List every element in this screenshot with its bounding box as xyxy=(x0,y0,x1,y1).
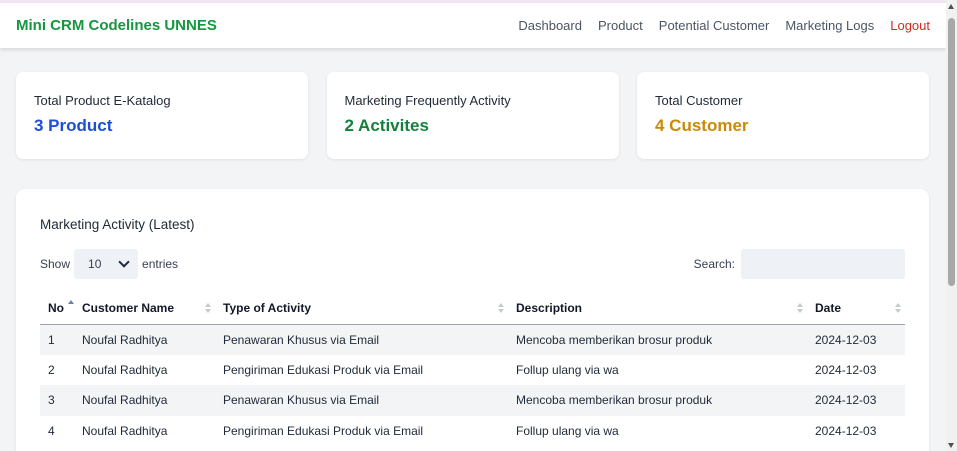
marketing-activity-panel: Marketing Activity (Latest) Show 10 entr… xyxy=(16,189,929,451)
stat-card-customers: Total Customer 4 Customer xyxy=(637,72,929,159)
column-header-type-of-activity[interactable]: Type of Activity xyxy=(215,292,508,325)
table-controls: Show 10 entries Search: xyxy=(40,249,905,279)
cell-no: 3 xyxy=(40,385,74,416)
header-label: Type of Activity xyxy=(223,300,312,315)
table-row: 3 Noufal Radhitya Penawaran Khusus via E… xyxy=(40,385,905,416)
cell-date: 2024-12-03 xyxy=(807,324,905,355)
nav-link-dashboard[interactable]: Dashboard xyxy=(518,18,582,33)
cell-customer-name: Noufal Radhitya xyxy=(82,362,168,377)
table-row: 2 Noufal Radhitya Pengiriman Edukasi Pro… xyxy=(40,355,905,386)
cell-no: 1 xyxy=(40,324,74,355)
stat-card-products: Total Product E-Katalog 3 Product xyxy=(16,72,308,159)
sort-icon xyxy=(498,302,504,313)
header-label: Customer Name xyxy=(82,300,175,315)
search-input[interactable] xyxy=(741,249,905,279)
header-label: Date xyxy=(815,300,842,315)
cell-customer-name: Noufal Radhitya xyxy=(74,324,215,355)
entries-label: entries xyxy=(142,257,179,271)
scroll-up-arrow-icon[interactable] xyxy=(948,4,954,9)
stat-label: Total Product E-Katalog xyxy=(34,93,171,108)
stat-label: Marketing Frequently Activity xyxy=(344,93,511,108)
header-label: Description xyxy=(516,300,583,315)
nav-link-product[interactable]: Product xyxy=(598,18,643,33)
sort-icon xyxy=(797,302,803,313)
cell-type-of-activity: Penawaran Khusus via Email xyxy=(215,324,508,355)
cell-type-of-activity: Pengiriman Edukasi Produk via Email xyxy=(223,423,424,438)
cell-customer-name: Noufal Radhitya xyxy=(82,423,168,438)
nav-links: Dashboard Product Potential Customer Mar… xyxy=(502,18,930,33)
page-scrollbar[interactable] xyxy=(946,0,957,451)
cell-description: Mencoba memberikan brosur produk xyxy=(508,385,807,416)
column-header-description[interactable]: Description xyxy=(508,292,807,325)
nav-link-potential-customer[interactable]: Potential Customer xyxy=(659,18,770,33)
scroll-thumb[interactable] xyxy=(948,18,955,286)
table-row: 4 Noufal Radhitya Pengiriman Edukasi Pro… xyxy=(40,416,905,447)
cell-description: Mencoba memberikan brosur produk xyxy=(508,324,807,355)
stat-card-activities: Marketing Frequently Activity 2 Activite… xyxy=(326,72,619,159)
cell-date: 2024-12-03 xyxy=(815,423,877,438)
column-header-date[interactable]: Date xyxy=(807,292,905,325)
nav-link-marketing-logs[interactable]: Marketing Logs xyxy=(785,18,874,33)
column-header-customer-name[interactable]: Customer Name xyxy=(74,292,215,325)
chevron-down-icon xyxy=(118,256,130,268)
entries-value: 10 xyxy=(88,257,102,271)
cell-no: 4 xyxy=(48,423,55,438)
column-header-no[interactable]: No xyxy=(40,292,74,325)
brand-title[interactable]: Mini CRM Codelines UNNES xyxy=(16,17,217,34)
stat-value: 4 Customer xyxy=(655,116,749,135)
cell-description: Follup ulang via wa xyxy=(516,423,619,438)
sort-icon xyxy=(895,302,901,313)
cell-date: 2024-12-03 xyxy=(815,362,877,377)
entries-select[interactable]: 10 xyxy=(74,249,139,279)
search-wrap: Search: xyxy=(694,249,905,279)
logout-link[interactable]: Logout xyxy=(890,18,930,33)
stats-cards: Total Product E-Katalog 3 Product Market… xyxy=(16,72,929,159)
table-row: 1 Noufal Radhitya Penawaran Khusus via E… xyxy=(40,324,905,355)
stat-value: 2 Activites xyxy=(344,116,429,135)
show-label: Show xyxy=(40,257,71,271)
cell-description: Follup ulang via wa xyxy=(516,362,619,377)
cell-date: 2024-12-03 xyxy=(807,385,905,416)
stat-value: 3 Product xyxy=(34,116,113,135)
cell-no: 2 xyxy=(48,362,55,377)
search-label: Search: xyxy=(693,257,735,271)
sort-icon xyxy=(205,302,211,313)
cell-type-of-activity: Penawaran Khusus via Email xyxy=(215,385,508,416)
table-header-row: No Customer Name Type of Activity Descri… xyxy=(40,292,905,325)
activity-table: No Customer Name Type of Activity Descri… xyxy=(40,292,905,446)
header-label: No xyxy=(48,300,64,315)
cell-customer-name: Noufal Radhitya xyxy=(74,385,215,416)
scroll-down-arrow-icon[interactable] xyxy=(948,443,954,448)
stat-label: Total Customer xyxy=(655,93,743,108)
cell-type-of-activity: Pengiriman Edukasi Produk via Email xyxy=(223,362,424,377)
navbar: Mini CRM Codelines UNNES Dashboard Produ… xyxy=(0,3,946,48)
panel-title: Marketing Activity (Latest) xyxy=(40,217,195,232)
